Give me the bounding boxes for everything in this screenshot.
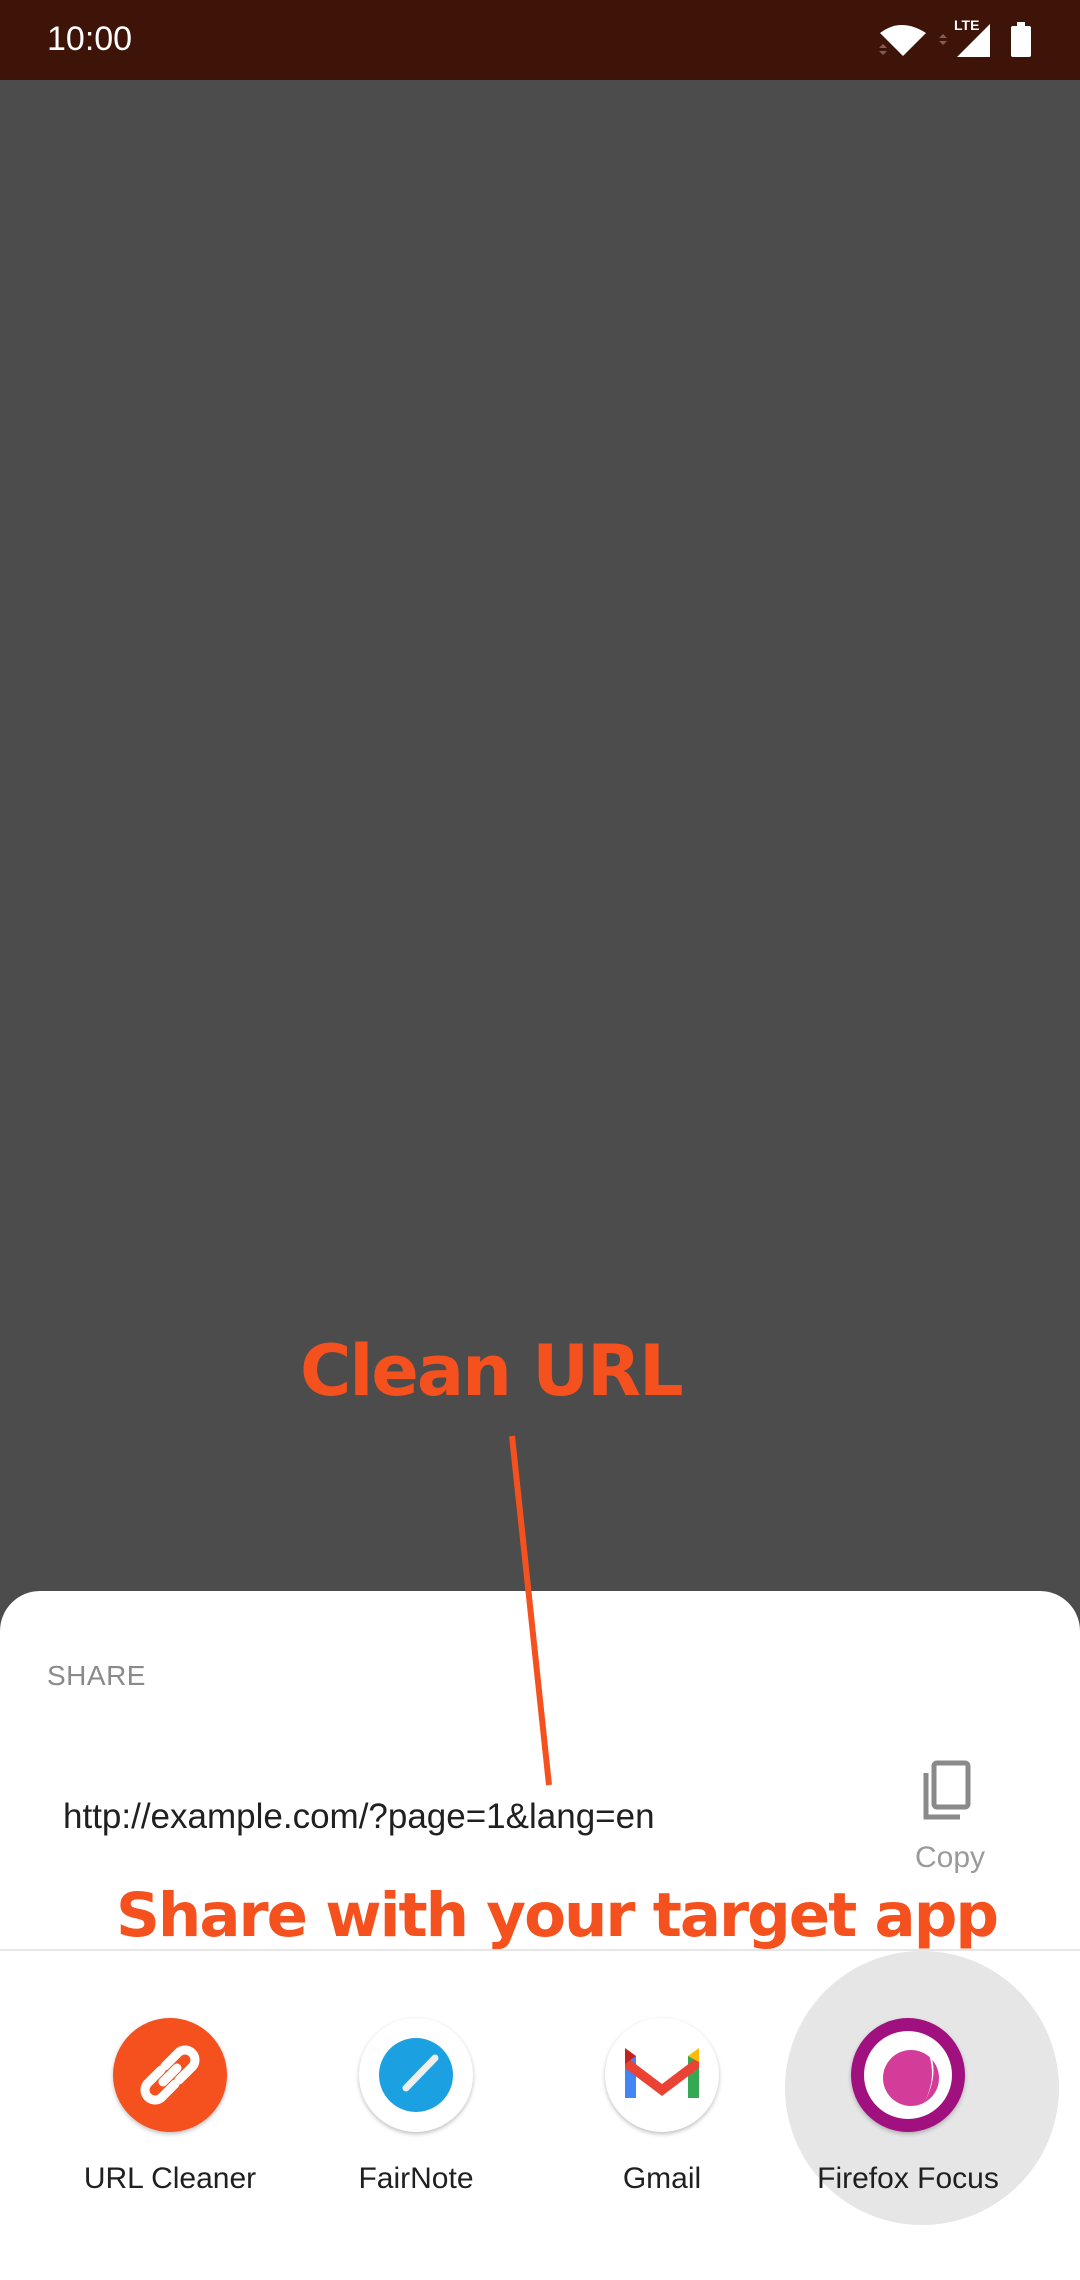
annotation-pointer-line	[509, 1435, 552, 1786]
